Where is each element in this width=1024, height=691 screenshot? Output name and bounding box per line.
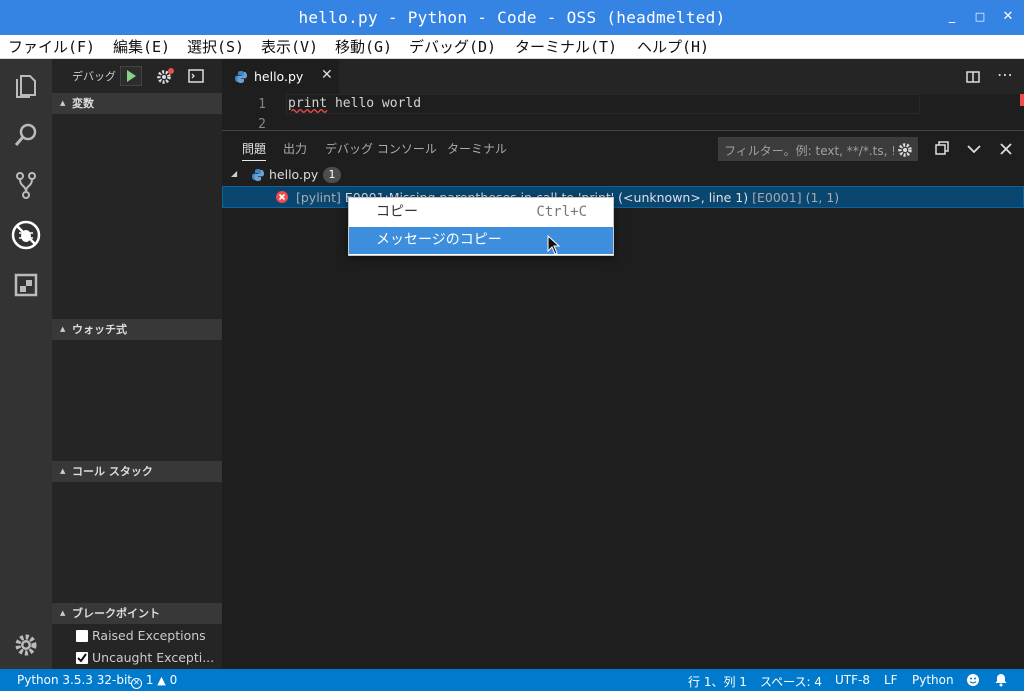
problems-summary[interactable]: ✕ 1 ▲ 0 [131, 673, 177, 689]
problems-filter-input[interactable]: フィルター。例: text, **/*.ts, !**/node_modules… [718, 137, 918, 161]
code-line-1[interactable]: print hello world [288, 96, 421, 111]
notifications-bell-icon[interactable] [994, 673, 1008, 687]
menu-item-copy[interactable]: コピー Ctrl+C [349, 199, 613, 226]
extensions-icon[interactable] [10, 269, 42, 301]
problems-file-row[interactable]: ◢ hello.py 1 [222, 164, 1024, 186]
activity-bar [0, 59, 52, 669]
menu-help[interactable]: ヘルプ(H) [637, 35, 709, 59]
problems-panel: 問題 出力 デバッグ コンソール ターミナル フィルター。例: text, **… [222, 130, 1024, 669]
collapse-icon: ▲ [60, 325, 66, 333]
menu-bar: ファイル(F) 編集(E) 選択(S) 表示(V) 移動(G) デバッグ(D) … [0, 35, 1024, 59]
overview-ruler-error [1020, 94, 1024, 106]
tab-debug-console[interactable]: デバッグ コンソール [325, 140, 437, 157]
more-actions-icon[interactable]: ⋯ [997, 65, 1013, 84]
explorer-icon[interactable] [10, 69, 42, 101]
callstack-section-header[interactable]: ▲ コール スタック [52, 461, 222, 482]
shortcut-label: Ctrl+C [536, 204, 587, 220]
debug-icon[interactable] [10, 219, 42, 251]
close-tab-icon[interactable]: ✕ [321, 67, 333, 83]
cursor-position[interactable]: 行 1、列 1 [688, 673, 747, 690]
filter-placeholder: フィルター。例: text, **/*.ts, !**/node_modules… [724, 144, 894, 158]
collapse-icon: ▲ [60, 99, 66, 107]
feedback-smiley-icon[interactable] [966, 673, 980, 687]
indentation[interactable]: スペース: 4 [760, 673, 822, 690]
error-icon [276, 191, 288, 203]
close-window-button[interactable]: ✕ [999, 8, 1017, 26]
tab-output[interactable]: 出力 [283, 140, 307, 157]
python-interpreter[interactable]: Python 3.5.3 32-bit [17, 673, 132, 687]
debug-toolbar: デバッグ [52, 59, 222, 92]
menu-terminal[interactable]: ターミナル(T) [515, 35, 617, 59]
gear-icon[interactable] [10, 629, 42, 661]
code-rest: hello world [327, 96, 422, 111]
mouse-cursor-icon [547, 235, 561, 255]
start-debugging-icon[interactable] [120, 66, 142, 86]
expand-icon: ◢ [231, 169, 238, 178]
language-mode[interactable]: Python [912, 673, 954, 687]
debug-settings-gear-icon[interactable] [155, 67, 175, 85]
problem-item[interactable]: [pylint] E0001:Missing parentheses in ca… [222, 186, 1024, 208]
collapse-all-icon[interactable] [932, 139, 952, 159]
breakpoints-section-header[interactable]: ▲ ブレークポイント [52, 603, 222, 624]
checkbox-checked[interactable] [76, 652, 88, 664]
maximize-panel-chevron-icon[interactable] [964, 139, 984, 159]
source-control-icon[interactable] [10, 169, 42, 201]
problem-file-name: hello.py [269, 167, 319, 182]
menu-item-copy-message[interactable]: メッセージのコピー [349, 227, 613, 254]
filter-settings-icon[interactable] [897, 142, 913, 158]
tab-problems[interactable]: 問題 [242, 140, 267, 161]
editor-tabs: hello.py ✕ ⋯ [222, 59, 1024, 94]
search-icon[interactable] [10, 119, 42, 151]
menu-go[interactable]: 移動(G) [335, 35, 392, 59]
editor-area: hello.py ✕ ⋯ 1 2 print hello world [222, 59, 1024, 132]
menu-selection[interactable]: 選択(S) [187, 35, 244, 59]
menu-view[interactable]: 表示(V) [261, 35, 318, 59]
checkmark-icon [77, 653, 87, 663]
menu-file[interactable]: ファイル(F) [8, 35, 95, 59]
encoding[interactable]: UTF-8 [835, 673, 870, 687]
error-count-icon: ✕ [131, 678, 142, 689]
collapse-icon: ▲ [60, 609, 66, 617]
tab-label: hello.py [254, 69, 304, 84]
close-panel-icon[interactable] [996, 139, 1016, 159]
menu-edit[interactable]: 編集(E) [113, 35, 170, 59]
checkbox[interactable] [76, 630, 88, 642]
problem-count-badge: 1 [323, 167, 341, 183]
debug-label: デバッグ [72, 70, 116, 83]
window-title: hello.py - Python - Code - OSS (headmelt… [298, 8, 726, 27]
watch-section-header[interactable]: ▲ ウォッチ式 [52, 319, 222, 340]
python-file-icon [235, 71, 247, 83]
warning-icon: ▲ [157, 674, 166, 687]
code-keyword: print [288, 96, 328, 111]
tab-hello-py[interactable]: hello.py ✕ [222, 59, 339, 94]
maximize-button[interactable]: □ [971, 8, 989, 26]
python-file-icon [252, 169, 264, 181]
menu-debug[interactable]: デバッグ(D) [409, 35, 496, 59]
split-editor-icon[interactable] [966, 70, 980, 84]
line-ending[interactable]: LF [884, 673, 898, 687]
variables-section-header[interactable]: ▲ 変数 [52, 93, 222, 114]
tab-terminal[interactable]: ターミナル [447, 140, 507, 157]
debug-console-icon[interactable] [188, 69, 204, 83]
code-view[interactable]: 1 2 print hello world [222, 94, 1024, 132]
context-menu: コピー Ctrl+C メッセージのコピー [348, 197, 614, 256]
debug-sidebar: デバッグ ▲ 変数 ▲ ウォッチ式 ▲ コール スタック ▲ ブレークポイント … [52, 59, 222, 669]
line-number: 1 [258, 97, 266, 112]
minimize-button[interactable]: _ [943, 8, 961, 26]
window-titlebar: hello.py - Python - Code - OSS (headmelt… [0, 0, 1024, 35]
collapse-icon: ▲ [60, 467, 66, 475]
status-bar: Python 3.5.3 32-bit ✕ 1 ▲ 0 行 1、列 1 スペース… [0, 669, 1024, 691]
